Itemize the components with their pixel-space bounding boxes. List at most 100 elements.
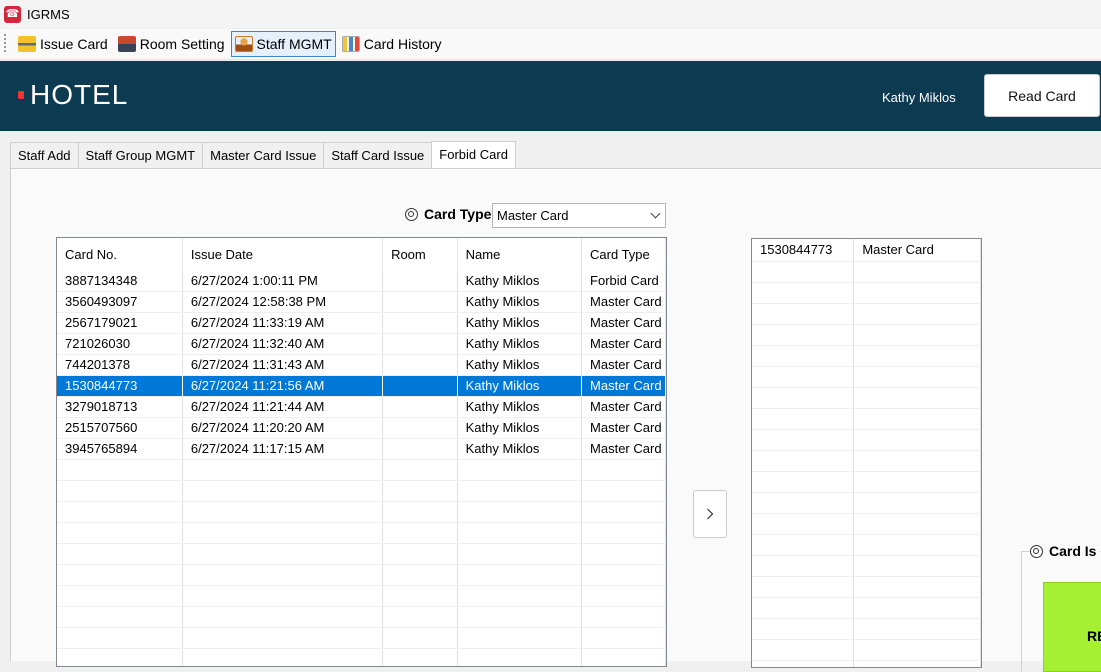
- card-type-cell: Master Card: [581, 333, 666, 355]
- card-type-cell: Master Card: [581, 417, 666, 439]
- card-no-cell: 3887134348: [57, 270, 183, 292]
- selected-card-type-cell: [853, 261, 981, 283]
- issue-date-cell: [182, 459, 384, 481]
- table-row[interactable]: 2515707560 6/27/2024 11:20:20 AM Kathy Mik…: [57, 417, 666, 439]
- empty-table-row: [57, 648, 666, 666]
- selected-card-type-cell: [853, 492, 981, 514]
- card-no-cell: [57, 522, 183, 544]
- card-no-cell: [57, 564, 183, 586]
- empty-table-row: [57, 564, 666, 586]
- issue-date-cell: [182, 543, 384, 565]
- selected-card-no-cell: [752, 303, 855, 325]
- card-no-cell: [57, 606, 183, 628]
- empty-table-row: [752, 618, 981, 640]
- room-setting-button[interactable]: Room Setting: [114, 31, 229, 57]
- logo-text: HOTEL: [30, 79, 129, 110]
- table-row[interactable]: 2567179021 6/27/2024 11:33:19 AM Kathy Mik…: [57, 312, 666, 334]
- card-no-cell: [57, 459, 183, 481]
- empty-table-row: [752, 324, 981, 346]
- issue-date-cell: 6/27/2024 11:21:56 AM: [182, 375, 384, 397]
- hotel-logo: HOTEL: [18, 79, 128, 111]
- empty-table-row: [57, 606, 666, 628]
- column-card-type[interactable]: Card Type: [581, 238, 666, 270]
- room-cell: [382, 480, 458, 502]
- name-cell: [457, 606, 583, 628]
- name-cell: [457, 459, 583, 481]
- toolbar-grip-icon[interactable]: [4, 34, 8, 54]
- issue-date-cell: [182, 480, 384, 502]
- issue-card-button[interactable]: Issue Card: [14, 31, 112, 57]
- name-cell: Kathy Miklos: [457, 417, 583, 439]
- target-icon: [1030, 544, 1043, 558]
- empty-table-row: [752, 429, 981, 451]
- column-room[interactable]: Room: [382, 238, 458, 270]
- column-issue-date[interactable]: Issue Date: [182, 238, 384, 270]
- issue-date-cell: [182, 585, 384, 607]
- name-cell: Kathy Miklos: [457, 291, 583, 313]
- issue-date-cell: 6/27/2024 11:17:15 AM: [182, 438, 384, 460]
- title-bar: ☎ IGRMS: [0, 0, 1101, 28]
- selected-card-type-cell: [853, 282, 981, 304]
- selected-card-type-cell: [853, 534, 981, 556]
- table-row[interactable]: 744201378 6/27/2024 11:31:43 AM Kathy Mikl…: [57, 354, 666, 376]
- room-setting-icon: [117, 36, 136, 52]
- table-row[interactable]: 3945765894 6/27/2024 11:17:15 AM Kathy Mik…: [57, 438, 666, 460]
- card-no-cell: [57, 585, 183, 607]
- card-type-label-text: Card Type: [424, 206, 492, 222]
- selected-card-no-cell: [752, 324, 855, 346]
- card-no-cell: [57, 501, 183, 523]
- selected-card-no-cell: [752, 576, 855, 598]
- staff-mgmt-label: Staff MGMT: [256, 36, 332, 52]
- issue-action-button[interactable]: RE: [1043, 582, 1101, 672]
- table-row[interactable]: 721026030 6/27/2024 11:32:40 AM Kathy Mikl…: [57, 333, 666, 355]
- column-card-no[interactable]: Card No.: [57, 238, 183, 270]
- tab-staff-add[interactable]: Staff Add: [10, 142, 79, 168]
- column-name[interactable]: Name: [457, 238, 583, 270]
- tab-staff-group-mgmt[interactable]: Staff Group MGMT: [77, 142, 204, 168]
- empty-table-row: [57, 627, 666, 649]
- name-cell: [457, 564, 583, 586]
- card-type-cell: [581, 480, 666, 502]
- toolbar: Issue Card Room Setting Staff MGMT Card …: [0, 29, 1101, 60]
- tab-staff-card-issue[interactable]: Staff Card Issue: [323, 142, 433, 168]
- tab-forbid-card[interactable]: Forbid Card: [431, 141, 516, 169]
- window-title: IGRMS: [27, 6, 70, 22]
- room-setting-label: Room Setting: [139, 36, 225, 52]
- empty-table-row: [57, 585, 666, 607]
- empty-table-row: [752, 387, 981, 409]
- tab-master-card-issue[interactable]: Master Card Issue: [202, 142, 325, 168]
- selected-card-no-cell: [752, 555, 855, 577]
- issue-date-cell: [182, 522, 384, 544]
- card-type-cell: [581, 543, 666, 565]
- room-cell: [382, 564, 458, 586]
- staff-mgmt-button[interactable]: Staff MGMT: [230, 31, 336, 57]
- issue-date-cell: 6/27/2024 1:00:11 PM: [182, 270, 384, 292]
- card-type-cell: Master Card: [581, 291, 666, 313]
- table-row[interactable]: 3560493097 6/27/2024 12:58:38 PM Kathy Mik…: [57, 291, 666, 313]
- selected-card-type-cell: [853, 555, 981, 577]
- selected-cards-table[interactable]: 1530844773 Master Card: [751, 238, 982, 668]
- read-card-button[interactable]: Read Card: [984, 74, 1100, 117]
- selected-card-type-cell: [853, 471, 981, 493]
- table-row[interactable]: 3279018713 6/27/2024 11:21:44 AM Kathy Mik…: [57, 396, 666, 418]
- card-history-button[interactable]: Card History: [338, 31, 446, 57]
- issue-date-cell: 6/27/2024 11:21:44 AM: [182, 396, 384, 418]
- move-right-button[interactable]: [693, 490, 727, 538]
- issue-date-cell: 6/27/2024 12:58:38 PM: [182, 291, 384, 313]
- card-type-cell: [581, 564, 666, 586]
- selected-card-type-cell: [853, 450, 981, 472]
- name-cell: Kathy Miklos: [457, 270, 583, 292]
- room-cell: [382, 522, 458, 544]
- card-type-select[interactable]: Master Card: [492, 203, 666, 228]
- room-cell: [382, 606, 458, 628]
- selected-card-type-cell: [853, 366, 981, 388]
- table-row[interactable]: 3887134348 6/27/2024 1:00:11 PM Kathy Mikl…: [57, 270, 666, 292]
- card-type-cell: Master Card: [581, 354, 666, 376]
- name-cell: [457, 522, 583, 544]
- empty-table-row: [752, 534, 981, 556]
- cards-table[interactable]: Card No. Issue Date Room Name Card Type …: [56, 237, 667, 667]
- selected-card-type-cell: [853, 324, 981, 346]
- table-row[interactable]: 1530844773 6/27/2024 11:21:56 AM Kathy Mik…: [57, 375, 666, 397]
- selected-table-row[interactable]: 1530844773 Master Card: [752, 239, 981, 262]
- card-type-label: Card Type: [405, 206, 491, 222]
